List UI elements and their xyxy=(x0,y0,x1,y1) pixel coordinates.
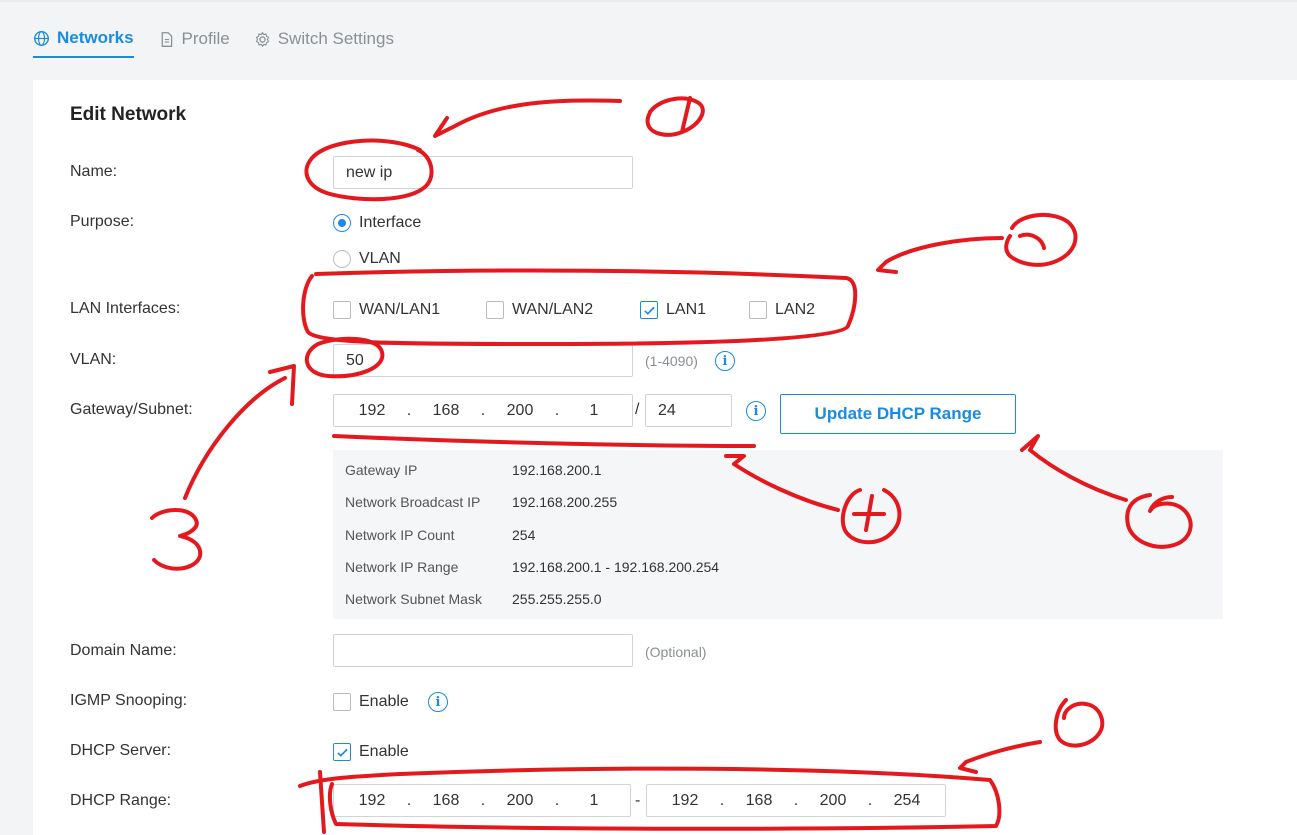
info-key: Network IP Count xyxy=(345,527,455,543)
ip-dot: . xyxy=(554,791,560,809)
igmp-snooping-label: IGMP Snooping: xyxy=(70,692,188,709)
lan-option-label: WAN/LAN2 xyxy=(512,301,594,318)
checkbox[interactable] xyxy=(486,301,504,319)
purpose-interface-radio[interactable]: Interface xyxy=(333,214,421,232)
info-key: Network IP Range xyxy=(345,559,459,575)
tab-profile-label: Profile xyxy=(181,29,230,48)
vlan-input-value: 50 xyxy=(346,351,364,369)
lan-option-wan-lan1[interactable]: WAN/LAN1 xyxy=(333,301,440,319)
checkbox-checked[interactable] xyxy=(640,301,658,319)
ip-dot: . xyxy=(719,791,725,809)
ip-octet: 200 xyxy=(819,791,847,809)
gateway-subnet-label: Gateway/Subnet: xyxy=(70,401,193,418)
vlan-label: VLAN: xyxy=(70,351,117,368)
domain-name-label: Domain Name: xyxy=(70,642,177,659)
dhcp-server-label: DHCP Server: xyxy=(70,742,172,759)
ip-octet: 200 xyxy=(506,401,534,419)
top-divider xyxy=(0,0,1297,2)
purpose-vlan-radio[interactable]: VLAN xyxy=(333,250,401,268)
globe-icon xyxy=(34,30,49,46)
ip-octet: 168 xyxy=(745,791,773,809)
lan-option-lan1[interactable]: LAN1 xyxy=(640,301,706,319)
info-value: 255.255.255.0 xyxy=(512,591,602,607)
dhcp-range-label: DHCP Range: xyxy=(70,792,172,809)
tab-switch-settings-label: Switch Settings xyxy=(277,29,394,48)
info-value: 192.168.200.1 - 192.168.200.254 xyxy=(512,559,720,575)
info-key: Network Subnet Mask xyxy=(345,591,482,607)
dhcp-start-ip-input[interactable]: 192. 168. 200. 1 xyxy=(333,784,631,817)
info-value: 192.168.200.1 xyxy=(512,462,602,478)
igmp-info-icon[interactable]: i xyxy=(428,692,448,712)
name-label: Name: xyxy=(70,163,118,180)
checkbox-checked[interactable] xyxy=(333,743,351,761)
subnet-separator: / xyxy=(635,401,640,418)
vlan-input[interactable]: 50 xyxy=(333,344,633,377)
ip-octet: 1 xyxy=(589,401,599,419)
purpose-label: Purpose: xyxy=(70,213,135,230)
dhcp-range-separator: - xyxy=(635,792,641,809)
ip-dot: . xyxy=(793,791,799,809)
gateway-info-icon[interactable]: i xyxy=(746,401,766,421)
subnet-input[interactable]: 24 xyxy=(645,394,732,427)
dhcp-end-ip-input[interactable]: 192. 168. 200. 254 xyxy=(646,784,946,817)
igmp-enable-label: Enable xyxy=(359,693,409,710)
radio-button-selected[interactable] xyxy=(333,214,351,232)
tab-networks[interactable]: Networks xyxy=(33,22,134,58)
info-key: Network Broadcast IP xyxy=(345,494,481,510)
dhcp-enable-label: Enable xyxy=(359,743,409,760)
purpose-vlan-label: VLAN xyxy=(359,250,401,267)
lan-interfaces-label: LAN Interfaces: xyxy=(70,300,181,317)
radio-button[interactable] xyxy=(333,250,351,268)
info-key: Gateway IP xyxy=(345,462,418,478)
domain-name-input[interactable] xyxy=(333,634,633,667)
checkbox[interactable] xyxy=(749,301,767,319)
gateway-ip-input[interactable]: 192. 168. 200. 1 xyxy=(333,394,633,427)
name-input-value: new ip xyxy=(346,163,393,181)
ip-octet: 168 xyxy=(432,791,460,809)
tab-profile[interactable]: Profile xyxy=(158,22,230,58)
lan-option-label: LAN1 xyxy=(666,301,707,318)
checkbox[interactable] xyxy=(333,301,351,319)
igmp-enable-checkbox[interactable]: Enable xyxy=(333,693,409,711)
page-title: Edit Network xyxy=(70,104,187,125)
tab-networks-label: Networks xyxy=(57,28,134,47)
tab-switch-settings[interactable]: Switch Settings xyxy=(254,22,394,58)
ip-dot: . xyxy=(867,791,873,809)
ip-dot: . xyxy=(480,791,486,809)
document-icon xyxy=(161,31,172,47)
info-value: 192.168.200.255 xyxy=(512,494,618,510)
ip-octet: 192 xyxy=(671,791,699,809)
subnet-input-value: 24 xyxy=(658,401,676,419)
lan-option-lan2[interactable]: LAN2 xyxy=(749,301,815,319)
lan-option-label: WAN/LAN1 xyxy=(359,301,441,318)
checkbox[interactable] xyxy=(333,693,351,711)
ip-dot: . xyxy=(554,401,560,419)
info-value: 254 xyxy=(512,527,536,543)
tab-bar: Networks Profile Switch Settings xyxy=(33,22,418,58)
ip-octet: 168 xyxy=(432,401,460,419)
vlan-range-hint: (1-4090) xyxy=(645,353,698,369)
ip-octet: 192 xyxy=(358,401,386,419)
dhcp-enable-checkbox[interactable]: Enable xyxy=(333,743,409,761)
ip-octet: 192 xyxy=(358,791,386,809)
gear-icon xyxy=(255,31,269,47)
lan-option-label: LAN2 xyxy=(775,301,816,318)
lan-option-wan-lan2[interactable]: WAN/LAN2 xyxy=(486,301,593,319)
ip-dot: . xyxy=(406,401,412,419)
checkmark-icon xyxy=(643,306,655,315)
update-dhcp-range-button[interactable]: Update DHCP Range xyxy=(780,394,1016,434)
purpose-interface-label: Interface xyxy=(359,214,422,231)
ip-octet: 254 xyxy=(893,791,921,809)
ip-dot: . xyxy=(406,791,412,809)
ip-dot: . xyxy=(480,401,486,419)
checkmark-icon xyxy=(336,748,348,757)
ip-octet: 1 xyxy=(589,791,599,809)
vlan-info-icon[interactable]: i xyxy=(715,351,735,371)
network-info-panel: Gateway IP 192.168.200.1 Network Broadca… xyxy=(333,450,1223,619)
name-input[interactable]: new ip xyxy=(333,156,633,189)
domain-optional-hint: (Optional) xyxy=(645,644,707,660)
ip-octet: 200 xyxy=(506,791,534,809)
